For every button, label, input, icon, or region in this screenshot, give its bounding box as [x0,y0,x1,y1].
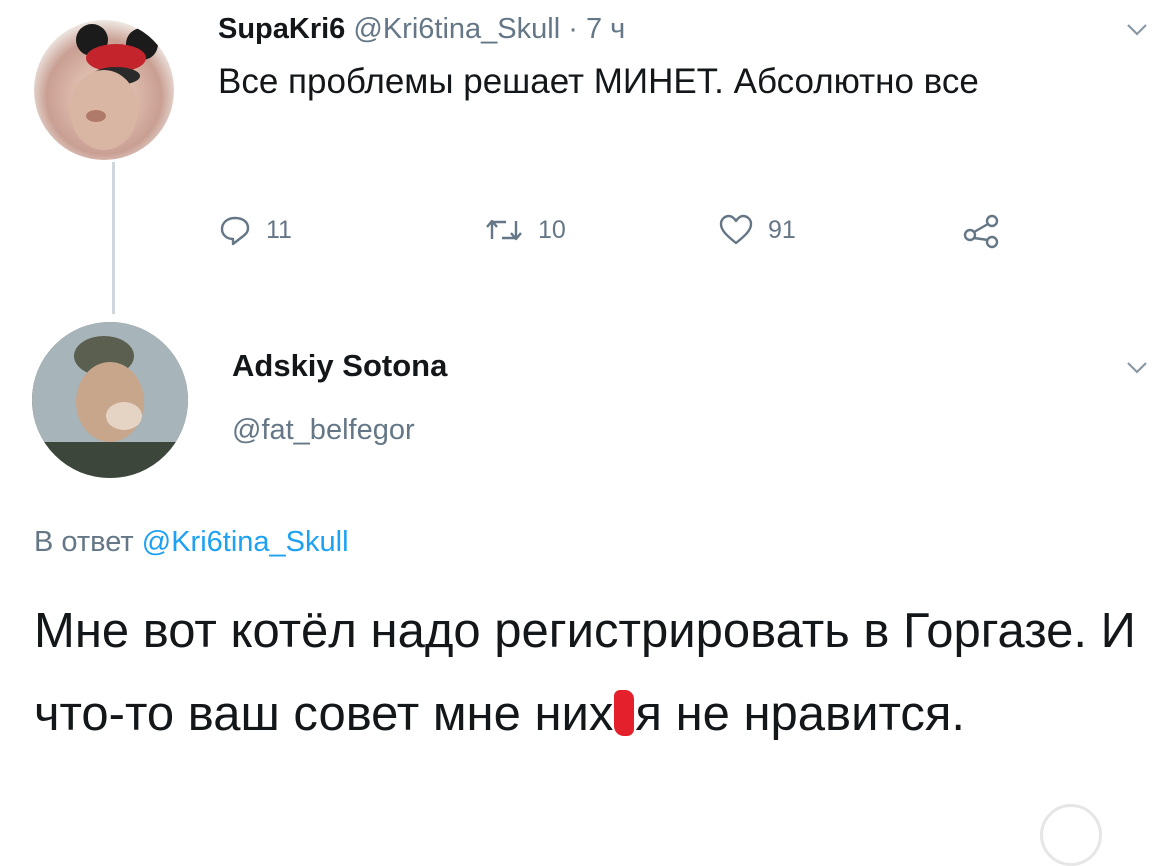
display-name[interactable]: Adskiy Sotona [232,348,447,384]
reply-count: 11 [266,215,292,244]
retweet-count: 10 [538,215,566,244]
handle[interactable]: @fat_belfegor [232,414,415,447]
censor-mark [614,690,635,736]
share-icon [962,211,1002,249]
avatar[interactable] [34,20,174,160]
reply-prefix: В ответ [34,526,134,558]
chevron-down-icon[interactable] [1126,18,1148,42]
like-button[interactable]: 91 [718,210,796,250]
avatar-image [32,322,188,478]
watermark-icon [1040,804,1102,866]
timestamp[interactable]: 7 ч [586,13,625,45]
tweet-text: Мне вот котёл надо регистрировать в Горг… [34,590,1144,756]
avatar[interactable] [32,322,188,478]
reply-button[interactable]: 11 [218,210,292,250]
tweet-header: SupaKri6 @Kri6tina_Skull · 7 ч [218,12,625,46]
tweet-text-part1: Мне вот котёл надо регистрировать в Горг… [34,604,1136,741]
share-button[interactable] [962,210,1002,250]
tweet-text-part2: я не нравится. [635,687,965,741]
heart-icon [718,213,754,247]
reply-icon [218,213,252,247]
separator: · [568,13,578,45]
handle[interactable]: @Kri6tina_Skull [353,13,560,45]
chevron-down-icon[interactable] [1126,356,1148,380]
retweet-button[interactable]: 10 [484,210,566,250]
like-count: 91 [768,215,796,244]
thread-line [112,162,115,314]
reply-handle-link[interactable]: @Kri6tina_Skull [142,526,349,558]
tweet-text: Все проблемы решает МИНЕТ. Абсолютно все [218,62,979,101]
retweet-icon [484,213,524,247]
avatar-image [70,24,158,150]
display-name[interactable]: SupaKri6 [218,13,345,45]
reply-context: В ответ @Kri6tina_Skull [34,526,349,559]
